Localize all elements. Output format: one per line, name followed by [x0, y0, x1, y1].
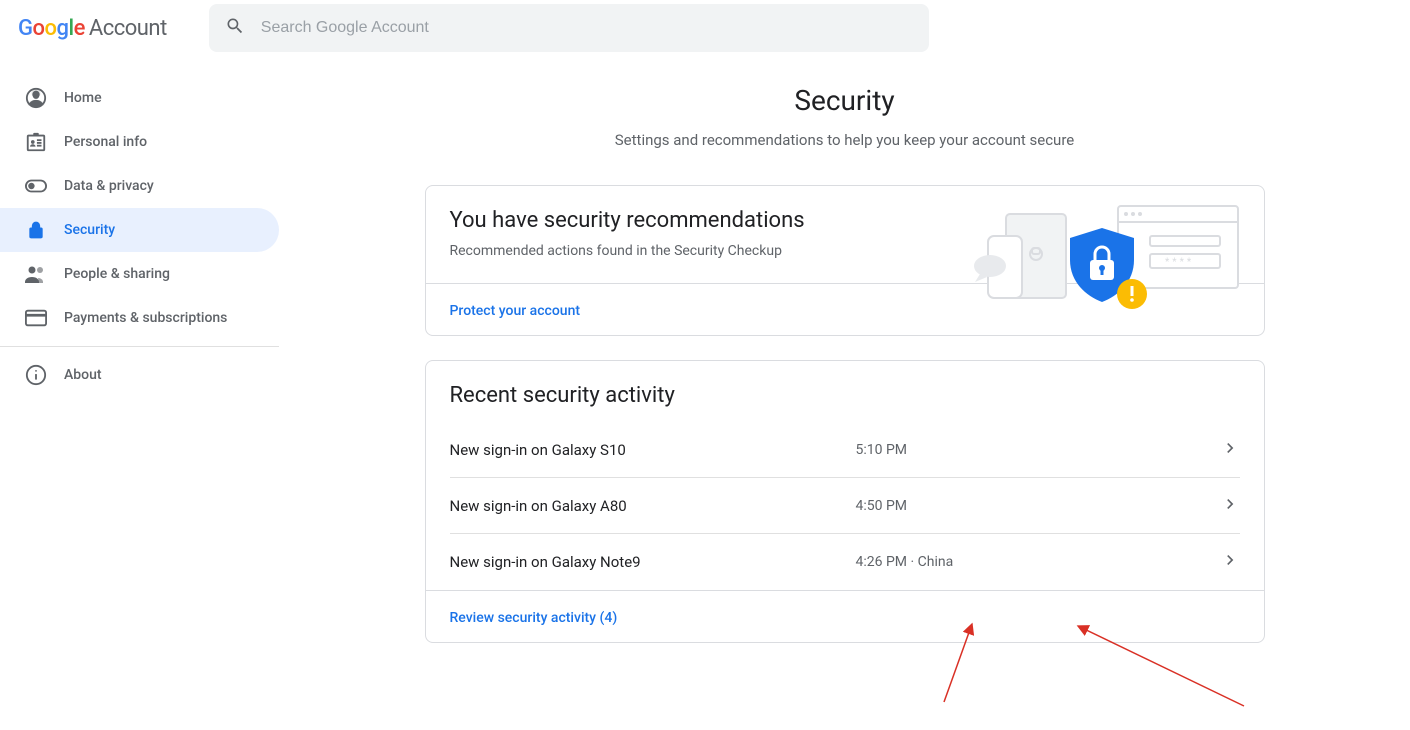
sidebar-item-label: About [64, 367, 102, 383]
activity-description: New sign-in on Galaxy A80 [450, 497, 856, 515]
chevron-right-icon [1220, 550, 1240, 574]
google-account-logo[interactable]: Google Account [18, 16, 167, 41]
info-icon [24, 363, 48, 387]
sidebar-divider [0, 346, 279, 347]
activity-description: New sign-in on Galaxy Note9 [450, 553, 856, 571]
sidebar: Home Personal info Data & privacy Securi… [0, 56, 279, 730]
sidebar-item-label: Security [64, 222, 115, 238]
page-subtitle: Settings and recommendations to help you… [615, 131, 1074, 149]
app-header: Google Account [0, 0, 1410, 56]
chevron-right-icon [1220, 438, 1240, 462]
activity-timestamp: 4:26 PM · China [856, 554, 1220, 570]
sidebar-item-home[interactable]: Home [0, 76, 279, 120]
sidebar-item-security[interactable]: Security [0, 208, 279, 252]
sidebar-item-about[interactable]: About [0, 353, 279, 397]
sidebar-item-personal-info[interactable]: Personal info [0, 120, 279, 164]
activity-row[interactable]: New sign-in on Galaxy Note9 4:26 PM · Ch… [450, 534, 1240, 590]
search-icon [225, 16, 245, 40]
brand-product: Account [89, 16, 167, 41]
sidebar-item-payments[interactable]: Payments & subscriptions [0, 296, 279, 340]
protect-account-link[interactable]: Protect your account [450, 303, 581, 319]
search-bar[interactable] [209, 4, 929, 52]
activity-description: New sign-in on Galaxy S10 [450, 441, 856, 459]
people-icon [24, 262, 48, 286]
home-icon [24, 86, 48, 110]
sidebar-item-label: Home [64, 90, 102, 106]
chevron-right-icon [1220, 494, 1240, 518]
activity-timestamp: 5:10 PM [856, 442, 1220, 458]
sidebar-item-people-sharing[interactable]: People & sharing [0, 252, 279, 296]
page-title: Security [794, 84, 894, 117]
lock-icon [24, 218, 48, 242]
activity-timestamp: 4:50 PM [856, 498, 1220, 514]
security-illustration: **** [940, 200, 1240, 324]
sidebar-item-data-privacy[interactable]: Data & privacy [0, 164, 279, 208]
sidebar-item-label: Data & privacy [64, 178, 154, 194]
activity-title: Recent security activity [450, 383, 1240, 408]
sidebar-item-label: People & sharing [64, 266, 170, 282]
toggle-icon [24, 174, 48, 198]
activity-row[interactable]: New sign-in on Galaxy A80 4:50 PM [450, 478, 1240, 534]
security-recommendations-card: You have security recommendations Recomm… [425, 185, 1265, 336]
credit-card-icon [24, 306, 48, 330]
main-content: Security Settings and recommendations to… [279, 56, 1410, 730]
sidebar-item-label: Personal info [64, 134, 147, 150]
review-activity-link[interactable]: Review security activity (4) [450, 610, 618, 626]
id-card-icon [24, 130, 48, 154]
sidebar-item-label: Payments & subscriptions [64, 310, 227, 326]
activity-row[interactable]: New sign-in on Galaxy S10 5:10 PM [450, 422, 1240, 478]
search-input[interactable] [261, 19, 913, 37]
svg-text:****: **** [1165, 257, 1194, 268]
recent-activity-card: Recent security activity New sign-in on … [425, 360, 1265, 643]
